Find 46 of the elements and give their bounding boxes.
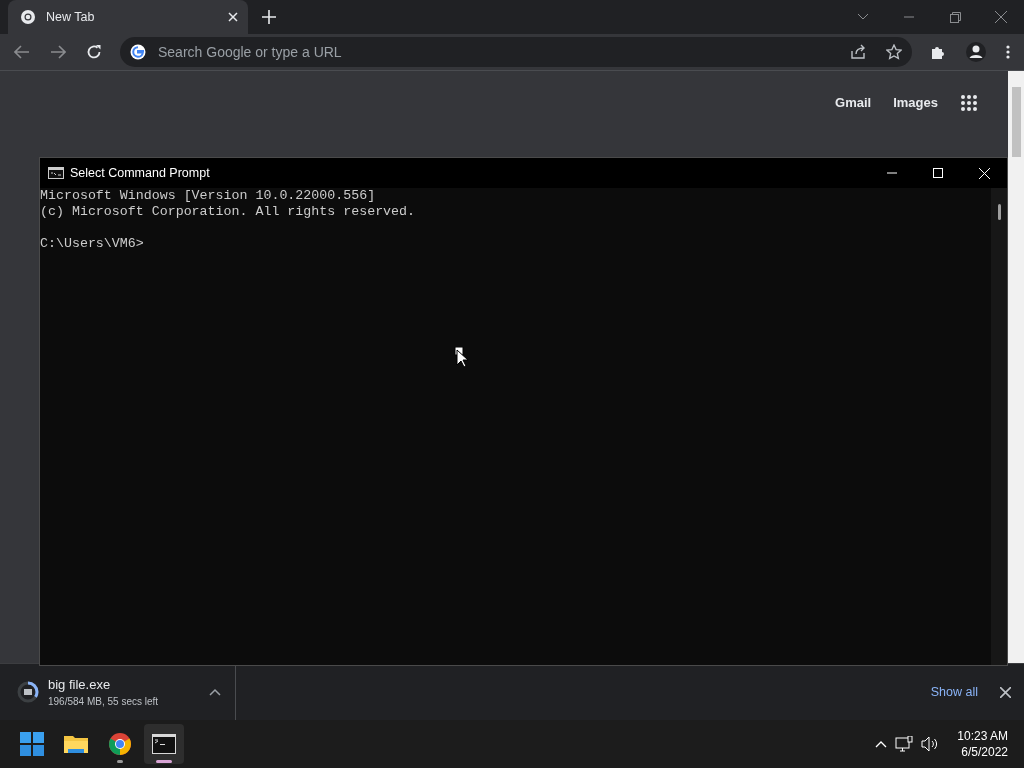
windows-logo-icon[interactable] <box>20 732 44 756</box>
scrollbar[interactable] <box>991 188 1007 665</box>
running-indicator <box>117 760 123 763</box>
taskbar-app[interactable] <box>144 724 184 764</box>
download-progress-ring <box>16 680 40 704</box>
browser-tab[interactable]: New Tab <box>8 0 248 34</box>
console-output-line: (c) Microsoft Corporation. All rights reserved. <box>40 204 417 220</box>
profile-icon[interactable] <box>966 42 986 62</box>
folder-icon[interactable] <box>63 733 89 755</box>
download-file-name: big file.exe <box>48 677 112 692</box>
chrome-icon <box>20 9 36 25</box>
window-title: Select Command Prompt <box>70 166 210 180</box>
console-output-line: Microsoft Windows [Version 10.0.22000.556] <box>40 188 377 204</box>
running-indicator <box>156 760 172 763</box>
maximize-icon[interactable] <box>933 168 943 178</box>
star-icon[interactable] <box>886 44 902 60</box>
console-icon <box>48 167 64 179</box>
chevron-up-icon[interactable] <box>209 688 221 696</box>
show-all-link[interactable]: Show all <box>930 685 978 699</box>
mouse-pointer-icon <box>454 347 468 369</box>
terminal-icon[interactable] <box>152 734 176 754</box>
forward-arrow-icon[interactable] <box>50 45 66 59</box>
address-bar[interactable]: Search Google or type a URL <box>120 37 912 67</box>
share-icon[interactable] <box>850 44 866 60</box>
puzzle-icon[interactable] <box>930 44 946 60</box>
chevron-down-icon[interactable] <box>857 13 869 21</box>
restore-icon[interactable] <box>949 11 961 23</box>
command-prompt: C:\Users\VM6> <box>40 236 145 252</box>
clock-date: 6/5/2022 <box>961 745 1008 759</box>
apps-grid-icon[interactable] <box>960 94 978 112</box>
close-icon[interactable] <box>1000 686 1011 698</box>
more-menu-icon[interactable] <box>1006 45 1010 59</box>
back-arrow-icon[interactable] <box>14 45 30 59</box>
tab-title: New Tab <box>46 10 96 24</box>
download-status: 196/584 MB, 55 secs left <box>48 696 160 707</box>
chrome-icon[interactable] <box>108 732 132 756</box>
address-input[interactable]: Search Google or type a URL <box>156 43 840 61</box>
scrollbar[interactable] <box>1008 71 1024 663</box>
speaker-icon[interactable] <box>921 736 940 752</box>
header-link[interactable]: Images <box>893 91 938 115</box>
plus-icon[interactable] <box>262 10 276 24</box>
network-icon[interactable] <box>895 736 914 752</box>
header-link[interactable]: Gmail <box>835 91 872 115</box>
clock-time: 10:23 AM <box>957 729 1008 743</box>
reload-icon[interactable] <box>86 44 102 60</box>
google-g-icon <box>130 44 146 60</box>
